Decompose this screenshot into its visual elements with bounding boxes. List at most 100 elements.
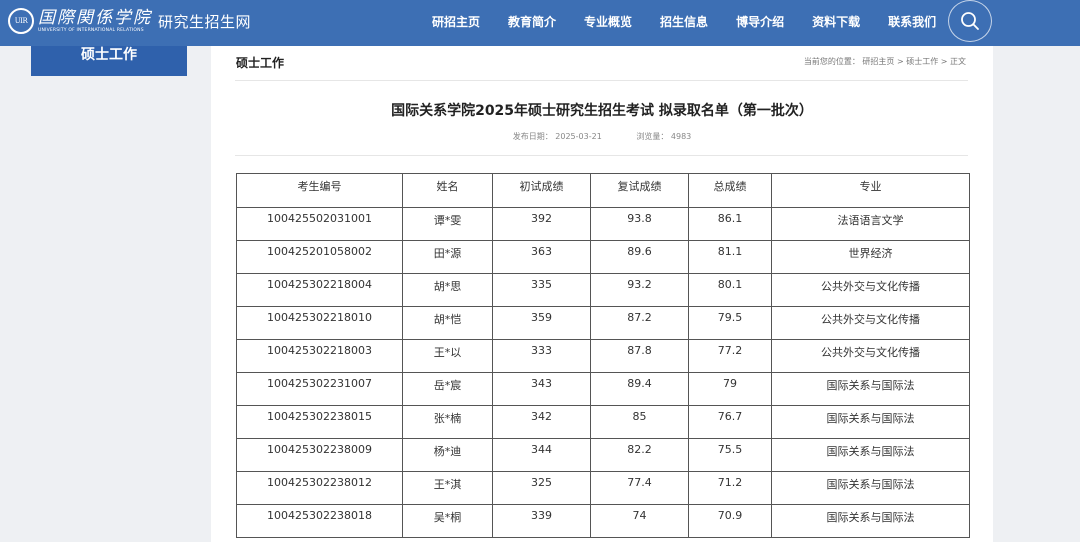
cell-initial-score: 342 [492,405,591,439]
cell-initial-score: 359 [492,306,591,340]
nav-education-intro[interactable]: 教育简介 [508,13,556,30]
nav-downloads[interactable]: 资料下载 [812,13,860,30]
cell-name: 胡*思 [402,273,493,307]
search-button[interactable] [948,0,992,42]
table-row: 100425302238012 王*淇 325 77.4 71.2 国际关系与国… [236,471,970,505]
cell-exam-id: 100425302218010 [236,306,403,340]
cell-retest-score: 74 [590,504,689,538]
cell-retest-score: 89.6 [590,240,689,274]
col-header-major: 专业 [771,173,970,208]
cell-total-score: 71.2 [688,471,772,505]
university-seal-icon: UIR [8,8,34,34]
cell-name: 杨*迪 [402,438,493,472]
cell-exam-id: 100425302238012 [236,471,403,505]
nav-home[interactable]: 研招主页 [432,13,480,30]
cell-initial-score: 363 [492,240,591,274]
cell-retest-score: 85 [590,405,689,439]
table-row: 100425302238015 张*楠 342 85 76.7 国际关系与国际法 [236,405,970,439]
cell-initial-score: 343 [492,372,591,406]
cell-major: 世界经济 [771,240,970,274]
search-icon [961,12,979,30]
cell-total-score: 75.5 [688,438,772,472]
site-logo[interactable]: UIR 国際関係学院 UNIVERSITY OF INTERNATIONAL R… [8,6,251,36]
cell-major: 国际关系与国际法 [771,405,970,439]
admission-table: 考生编号 姓名 初试成绩 复试成绩 总成绩 专业 100425502031001… [236,173,970,538]
cell-name: 胡*恺 [402,306,493,340]
nav-admissions-info[interactable]: 招生信息 [660,13,708,30]
cell-name: 岳*宸 [402,372,493,406]
cell-initial-score: 339 [492,504,591,538]
col-header-initial-score: 初试成绩 [492,173,591,208]
table-row: 100425502031001 谭*雯 392 93.8 86.1 法语语言文学 [236,207,970,241]
cell-name: 吴*桐 [402,504,493,538]
cell-total-score: 79 [688,372,772,406]
col-header-exam-id: 考生编号 [236,173,403,208]
divider [235,155,968,156]
nav-majors[interactable]: 专业概览 [584,13,632,30]
view-count: 浏览量： 4983 [636,132,692,141]
cell-name: 田*源 [402,240,493,274]
section-header: 硕士工作 当前您的位置： 研招主页 > 硕士工作 > 正文 [235,54,968,81]
cell-total-score: 79.5 [688,306,772,340]
publish-date: 发布日期： 2025-03-21 [512,132,602,141]
col-header-name: 姓名 [402,173,493,208]
cell-retest-score: 89.4 [590,372,689,406]
cell-major: 公共外交与文化传播 [771,339,970,373]
cell-retest-score: 93.8 [590,207,689,241]
cell-total-score: 81.1 [688,240,772,274]
cell-exam-id: 100425302238015 [236,405,403,439]
table-row: 100425201058002 田*源 363 89.6 81.1 世界经济 [236,240,970,274]
table-row: 100425302238009 杨*迪 344 82.2 75.5 国际关系与国… [236,438,970,472]
site-name: 研究生招生网 [158,12,252,31]
cell-exam-id: 100425302231007 [236,372,403,406]
cell-initial-score: 344 [492,438,591,472]
logo-english-name: UNIVERSITY OF INTERNATIONAL RELATIONS [38,28,144,33]
cell-exam-id: 100425201058002 [236,240,403,274]
cell-major: 公共外交与文化传播 [771,273,970,307]
cell-exam-id: 100425302218003 [236,339,403,373]
cell-total-score: 77.2 [688,339,772,373]
cell-initial-score: 325 [492,471,591,505]
cell-name: 王*以 [402,339,493,373]
cell-initial-score: 335 [492,273,591,307]
cell-total-score: 70.9 [688,504,772,538]
table-row: 100425302218003 王*以 333 87.8 77.2 公共外交与文… [236,339,970,373]
cell-initial-score: 392 [492,207,591,241]
cell-exam-id: 100425302238018 [236,504,403,538]
cell-major: 公共外交与文化传播 [771,306,970,340]
cell-name: 谭*雯 [402,207,493,241]
content-card: 硕士工作 当前您的位置： 研招主页 > 硕士工作 > 正文 国际关系学院2025… [211,46,993,542]
cell-retest-score: 77.4 [590,471,689,505]
cell-major: 国际关系与国际法 [771,372,970,406]
col-header-retest-score: 复试成绩 [590,173,689,208]
table-header-row: 考生编号 姓名 初试成绩 复试成绩 总成绩 专业 [236,173,970,208]
cell-retest-score: 87.8 [590,339,689,373]
cell-name: 王*淇 [402,471,493,505]
cell-exam-id: 100425302218004 [236,273,403,307]
sidebar-title: 硕士工作 [31,46,187,76]
table-row: 100425302218004 胡*思 335 93.2 80.1 公共外交与文… [236,273,970,307]
cell-name: 张*楠 [402,405,493,439]
cell-exam-id: 100425502031001 [236,207,403,241]
nav-contact[interactable]: 联系我们 [888,13,936,30]
breadcrumb[interactable]: 当前您的位置： 研招主页 > 硕士工作 > 正文 [804,56,966,67]
article-meta: 发布日期： 2025-03-21 浏览量： 4983 [211,131,993,142]
section-title: 硕士工作 [236,56,285,70]
cell-total-score: 86.1 [688,207,772,241]
cell-total-score: 80.1 [688,273,772,307]
cell-retest-score: 93.2 [590,273,689,307]
cell-exam-id: 100425302238009 [236,438,403,472]
article-title: 国际关系学院2025年硕士研究生招生考试 拟录取名单（第一批次） [391,103,813,119]
table-row: 100425302218010 胡*恺 359 87.2 79.5 公共外交与文… [236,306,970,340]
cell-major: 国际关系与国际法 [771,471,970,505]
table-row: 100425302238018 吴*桐 339 74 70.9 国际关系与国际法 [236,504,970,538]
cell-total-score: 76.7 [688,405,772,439]
nav-doctoral-supervisors[interactable]: 博导介绍 [736,13,784,30]
top-navigation-bar: UIR 国際関係学院 UNIVERSITY OF INTERNATIONAL R… [0,0,1080,46]
table-row: 100425302231007 岳*宸 343 89.4 79 国际关系与国际法 [236,372,970,406]
logo-university-name: 国際関係学院 [38,8,152,28]
main-nav: 研招主页 教育简介 专业概览 招生信息 博导介绍 资料下载 联系我们 [432,0,964,42]
col-header-total-score: 总成绩 [688,173,772,208]
cell-retest-score: 87.2 [590,306,689,340]
cell-major: 法语语言文学 [771,207,970,241]
